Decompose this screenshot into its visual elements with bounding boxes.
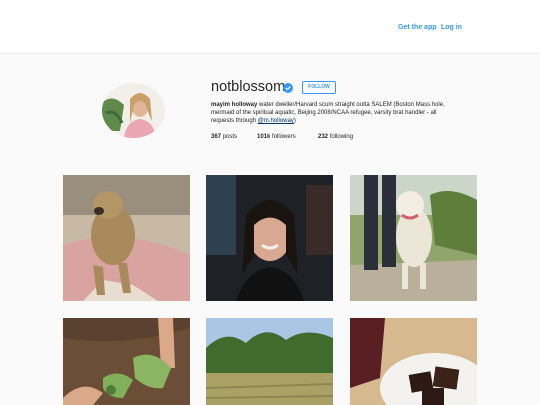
post-thumbnail-dog-outdoors[interactable]: [350, 175, 477, 301]
posts-count: 367: [211, 134, 222, 140]
bio-mention-link[interactable]: @m.holloway: [258, 118, 294, 124]
top-bar: Get the app Log in: [0, 0, 540, 54]
following-stat[interactable]: 232 following: [318, 134, 353, 140]
followers-stat[interactable]: 101k followers: [257, 134, 296, 140]
post-thumbnail-field[interactable]: [206, 318, 333, 405]
profile-full-name: mayim holloway: [211, 102, 258, 108]
post-thumbnail-chocolate[interactable]: [350, 318, 477, 405]
followers-label: followers: [272, 134, 296, 140]
posts-stat: 367 posts: [211, 134, 237, 140]
post-thumbnail-dog-on-bed[interactable]: [63, 175, 190, 301]
bio-close: ): [293, 118, 296, 124]
posts-label: posts: [222, 134, 238, 140]
log-in-link[interactable]: Log in: [441, 24, 462, 31]
profile-bio: mayim holloway water dweller/Harvard scu…: [211, 101, 451, 125]
follow-button[interactable]: FOLLOW: [302, 81, 336, 94]
followers-count: 101k: [257, 134, 271, 140]
profile-avatar: [102, 83, 165, 138]
post-thumbnail-gardening[interactable]: [63, 318, 190, 405]
profile-username: notblossom: [211, 79, 286, 95]
verified-badge-icon: [283, 83, 293, 93]
following-label: following: [329, 134, 354, 140]
following-count: 232: [318, 134, 329, 140]
post-thumbnail-portrait[interactable]: [206, 175, 333, 301]
get-the-app-link[interactable]: Get the app: [398, 24, 437, 31]
